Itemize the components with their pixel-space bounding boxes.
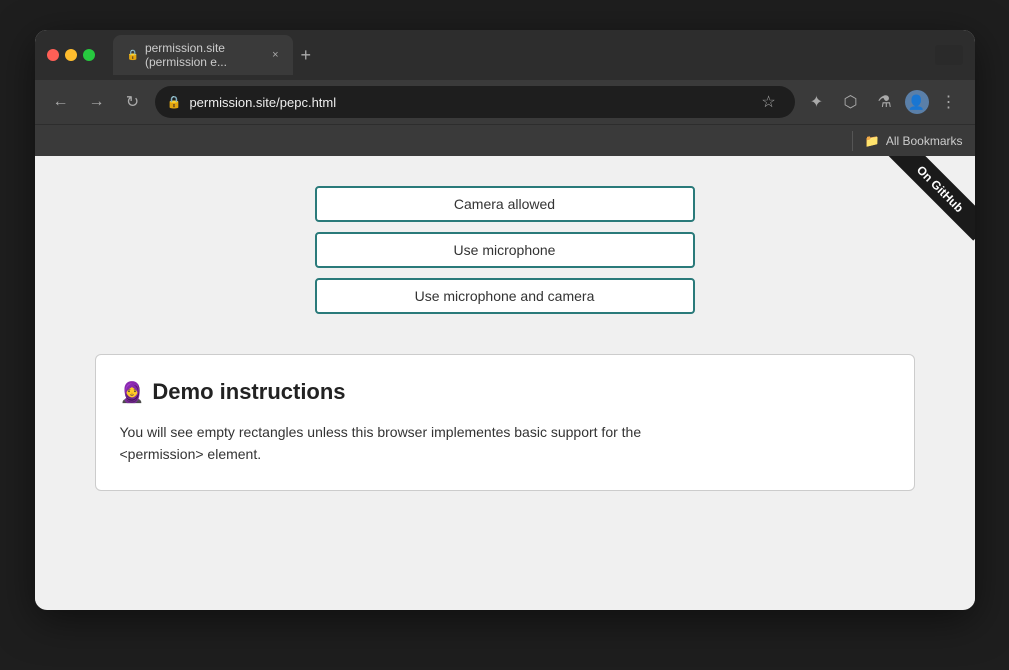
demo-instructions-box: 🧕 Demo instructions You will see empty r… (95, 354, 915, 491)
lab-icon[interactable]: ⚗ (871, 88, 899, 116)
title-bar: 🔒 permission.site (permission e... × + (35, 30, 975, 80)
address-bar[interactable]: 🔒 permission.site/pepc.html ☆ (155, 86, 795, 118)
nav-bar: ← → ↻ 🔒 permission.site/pepc.html ☆ ✦ ⬡ … (35, 80, 975, 124)
traffic-lights (47, 49, 95, 61)
active-tab[interactable]: 🔒 permission.site (permission e... × (113, 35, 293, 75)
demo-title-text: Demo instructions (152, 379, 345, 405)
nav-right-controls: ✦ ⬡ ⚗ 👤 ⋮ (803, 88, 963, 116)
avatar[interactable]: 👤 (905, 90, 929, 114)
more-menu-icon[interactable]: ⋮ (935, 88, 963, 116)
demo-body-line1: You will see empty rectangles unless thi… (120, 424, 642, 440)
address-right-icons: ☆ (755, 88, 783, 116)
new-tab-button[interactable]: + (297, 45, 316, 66)
tab-favicon-icon: 🔒 (127, 50, 139, 61)
address-text: permission.site/pepc.html (189, 95, 336, 110)
back-button[interactable]: ← (47, 88, 75, 116)
page-content: On GitHub Camera allowed Use microphone … (35, 156, 975, 606)
ai-icon[interactable]: ✦ (803, 88, 831, 116)
github-corner: On GitHub (865, 156, 975, 266)
minimize-button[interactable] (65, 49, 77, 61)
bookmarks-divider (852, 131, 853, 151)
reload-button[interactable]: ↻ (119, 88, 147, 116)
folder-icon: 📁 (865, 134, 880, 148)
maximize-button[interactable] (83, 49, 95, 61)
demo-emoji: 🧕 (120, 380, 145, 405)
browser-window: 🔒 permission.site (permission e... × + ←… (35, 30, 975, 610)
close-button[interactable] (47, 49, 59, 61)
github-ribbon[interactable]: On GitHub (888, 156, 975, 241)
star-icon[interactable]: ☆ (755, 88, 783, 116)
use-microphone-camera-button[interactable]: Use microphone and camera (315, 278, 695, 314)
forward-button[interactable]: → (83, 88, 111, 116)
bookmarks-bar: 📁 All Bookmarks (35, 124, 975, 156)
use-microphone-button[interactable]: Use microphone (315, 232, 695, 268)
bookmarks-label: All Bookmarks (886, 134, 963, 148)
demo-body-line2: <permission> element. (120, 446, 262, 462)
demo-title: 🧕 Demo instructions (120, 379, 890, 405)
tab-close-button[interactable]: × (272, 49, 278, 61)
address-lock-icon: 🔒 (167, 95, 182, 109)
tab-bar: 🔒 permission.site (permission e... × + (113, 35, 316, 75)
camera-allowed-button[interactable]: Camera allowed (315, 186, 695, 222)
bookmarks-item[interactable]: 📁 All Bookmarks (865, 134, 963, 148)
window-control[interactable] (935, 45, 963, 65)
tab-label: permission.site (permission e... (145, 41, 262, 69)
demo-body-text: You will see empty rectangles unless thi… (120, 421, 890, 466)
extensions-icon[interactable]: ⬡ (837, 88, 865, 116)
